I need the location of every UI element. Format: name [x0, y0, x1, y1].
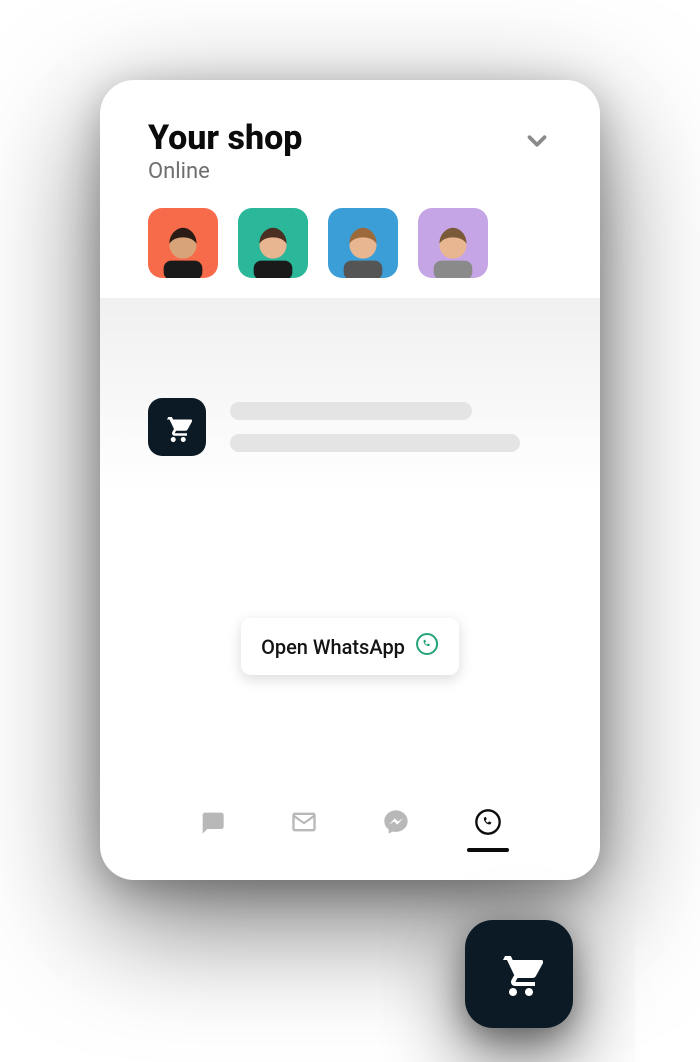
widget-body: Open WhatsApp: [100, 298, 600, 788]
open-whatsapp-button[interactable]: Open WhatsApp: [241, 618, 459, 675]
whatsapp-icon: [474, 808, 502, 840]
channel-tabs: [100, 788, 600, 880]
whatsapp-icon: [415, 632, 439, 661]
agent-avatar[interactable]: [418, 208, 488, 278]
agent-avatar[interactable]: [148, 208, 218, 278]
open-whatsapp-label: Open WhatsApp: [261, 635, 405, 659]
messenger-icon: [382, 808, 410, 840]
tab-email[interactable]: [283, 808, 325, 852]
cart-icon: [148, 398, 206, 456]
placeholder-line: [230, 402, 472, 420]
chat-widget-card: Your shop Online Open WhatsApp: [100, 80, 600, 880]
agent-avatar[interactable]: [328, 208, 398, 278]
tab-messenger[interactable]: [375, 808, 417, 852]
chevron-down-icon[interactable]: [522, 126, 552, 160]
chat-icon: [198, 808, 226, 840]
email-icon: [290, 808, 318, 840]
agent-avatars: [148, 208, 552, 278]
agent-avatar[interactable]: [238, 208, 308, 278]
header-title-block: Your shop Online: [148, 120, 302, 184]
message-placeholder-row: [148, 398, 552, 456]
shop-title: Your shop: [148, 120, 302, 157]
cart-fab-button[interactable]: [465, 920, 573, 1028]
header-top-row: Your shop Online: [148, 120, 552, 184]
placeholder-line: [230, 434, 520, 452]
tab-whatsapp[interactable]: [467, 808, 509, 852]
widget-header: Your shop Online: [100, 80, 600, 298]
cart-icon: [495, 948, 543, 1000]
tab-active-indicator: [467, 848, 509, 852]
placeholder-lines: [230, 402, 552, 452]
shop-status: Online: [148, 159, 302, 184]
tab-chat[interactable]: [191, 808, 233, 852]
